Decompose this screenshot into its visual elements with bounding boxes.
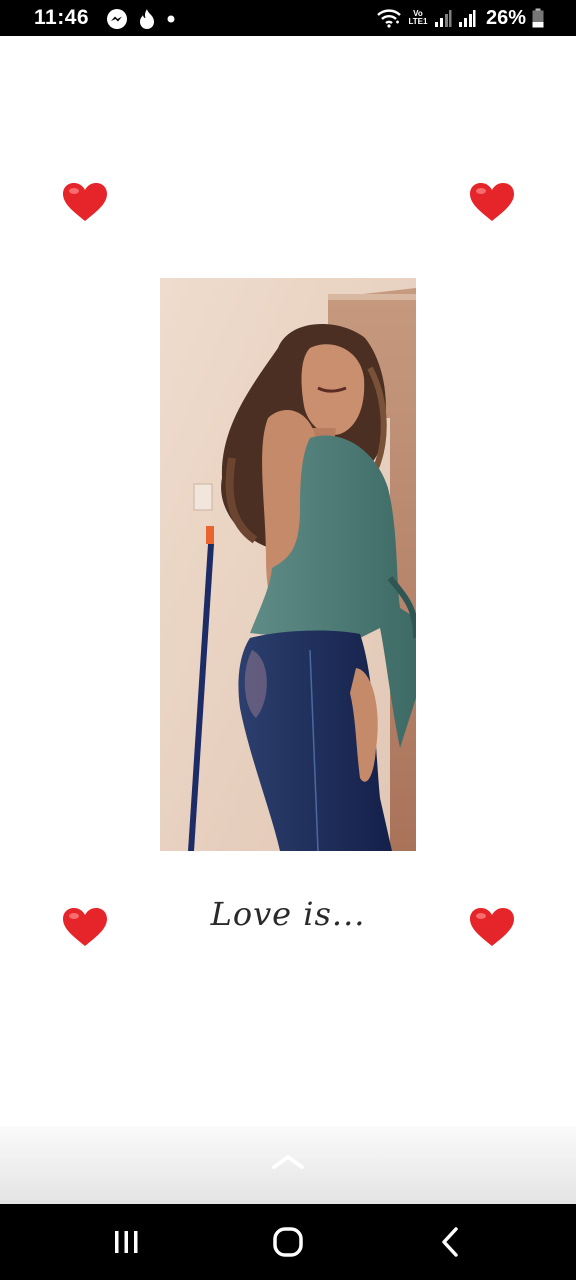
tinder-icon (140, 9, 154, 29)
recent-apps-icon[interactable] (106, 1224, 146, 1260)
heart-icon (63, 908, 107, 946)
battery-icon (532, 8, 544, 28)
caption: Love is... (210, 895, 366, 933)
photo[interactable] (160, 278, 416, 851)
signal-icon (434, 10, 452, 27)
navigation-bar (0, 1204, 576, 1280)
volte-indicator: Vo LTE1 (408, 9, 428, 26)
home-icon[interactable] (268, 1224, 308, 1260)
status-time: 11:46 (34, 6, 90, 29)
heart-icon (470, 183, 514, 221)
signal-icon (458, 10, 476, 27)
chevron-up-icon[interactable] (270, 1152, 306, 1172)
notification-dot-icon (167, 15, 175, 23)
back-icon[interactable] (430, 1224, 470, 1260)
heart-icon (63, 183, 107, 221)
heart-icon (470, 908, 514, 946)
messenger-icon (107, 9, 127, 29)
wifi-icon (377, 9, 401, 28)
status-bar: 11:46 Vo LTE1 26% (0, 0, 576, 36)
battery-percentage: 26% (485, 6, 526, 29)
photo-image (160, 278, 416, 851)
screen: 11:46 Vo LTE1 26% Love is... (0, 0, 576, 1280)
status-right-icons: Vo LTE1 26% (376, 6, 544, 30)
status-left-icons (106, 8, 176, 30)
